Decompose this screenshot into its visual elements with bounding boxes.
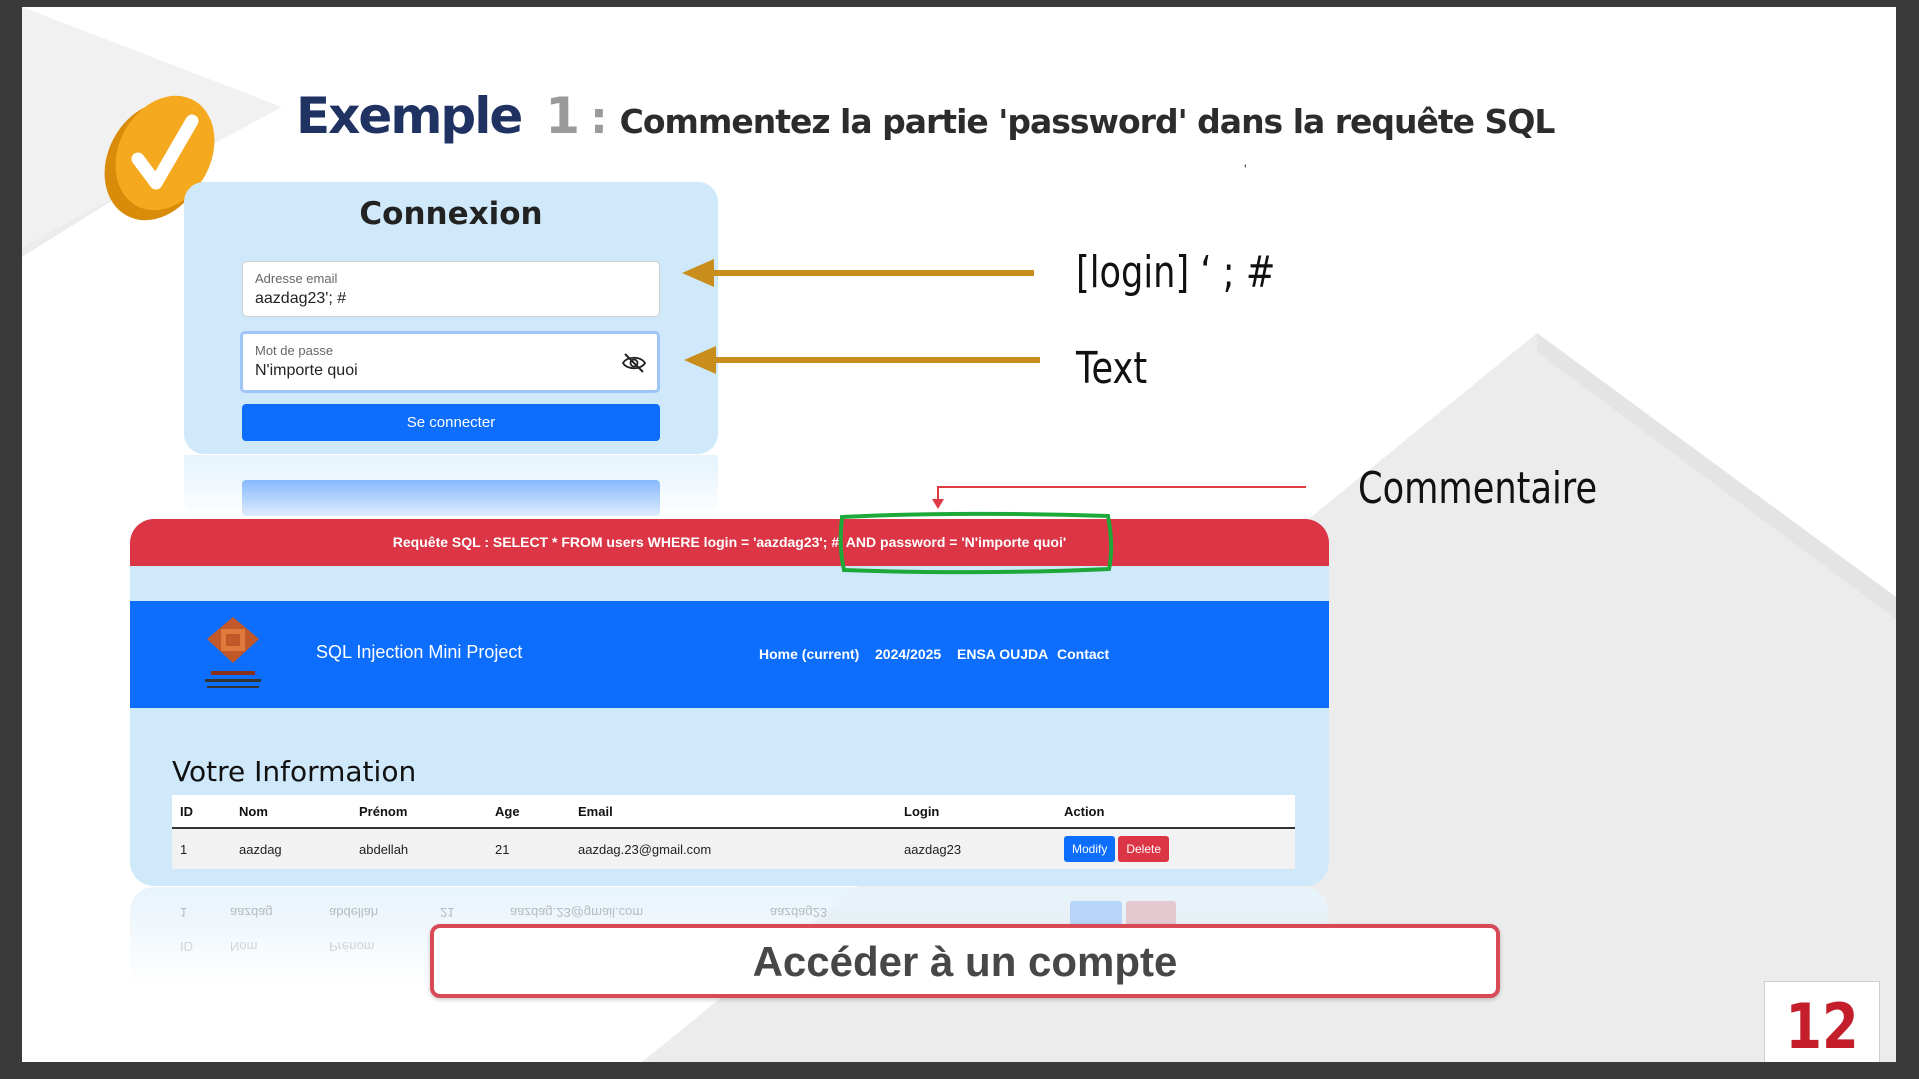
page-number: 12 xyxy=(1785,990,1859,1062)
banner-text: Accéder à un compte xyxy=(752,938,1178,985)
slide: Exemple 1: Commentez la partie 'password' … xyxy=(22,7,1896,1062)
page-number-box: 12 xyxy=(1764,981,1880,1062)
bottom-banner: Accéder à un compte xyxy=(430,924,1500,998)
